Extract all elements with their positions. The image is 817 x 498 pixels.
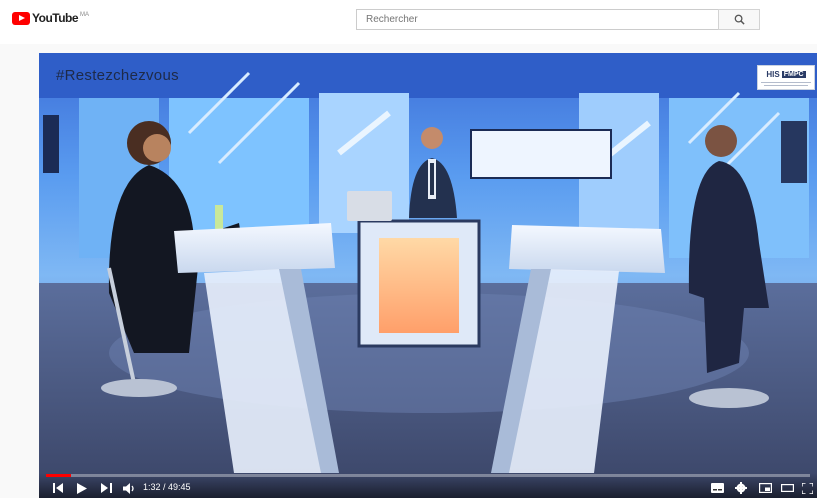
theater-icon — [780, 484, 794, 493]
youtube-logo-icon — [12, 12, 30, 25]
miniplayer-icon — [758, 483, 772, 493]
progress-fill — [46, 474, 72, 477]
top-bar: YouTube MA — [0, 0, 817, 44]
badge-divider — [764, 84, 808, 86]
video-player[interactable]: #Restezchezvous HIS FMPC 1:32 / 49:45 — [39, 53, 817, 498]
channel-logo-badge: HIS FMPC — [757, 65, 815, 90]
search-input[interactable] — [356, 9, 719, 30]
play-icon — [77, 482, 87, 494]
previous-button[interactable] — [51, 482, 65, 494]
progress-bar[interactable] — [46, 474, 810, 477]
settings-icon — [735, 482, 747, 494]
badge-fmpc-text: FMPC — [781, 70, 806, 78]
fullscreen-icon — [801, 482, 813, 494]
volume-icon — [122, 482, 134, 494]
search-button[interactable] — [718, 9, 760, 30]
youtube-logo[interactable]: YouTube MA — [12, 11, 89, 26]
video-overlay-hashtag: #Restezchezvous — [56, 67, 179, 84]
time-display: 1:32 / 49:45 — [143, 482, 191, 492]
settings-button[interactable] — [733, 480, 749, 496]
subtitles-icon — [710, 483, 724, 493]
badge-his-text: HIS — [766, 69, 780, 79]
logo-text: YouTube — [32, 11, 79, 25]
previous-icon — [52, 483, 63, 493]
video-frame — [39, 53, 817, 498]
next-button[interactable] — [99, 482, 113, 494]
search-icon — [734, 14, 745, 25]
next-icon — [100, 483, 112, 493]
badge-divider — [761, 81, 811, 83]
logo-region: MA — [80, 12, 90, 18]
